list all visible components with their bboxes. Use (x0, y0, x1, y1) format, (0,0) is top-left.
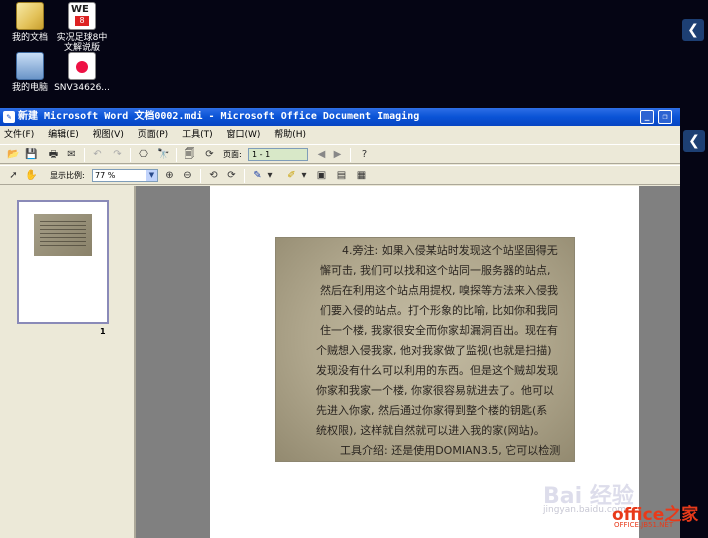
zoom-select[interactable]: 77 % ▼ (92, 169, 158, 182)
desktop-icon-label: 我的电脑 (11, 83, 48, 93)
print-icon[interactable]: 🖶 (46, 148, 61, 162)
send-icon[interactable]: ✉ (64, 148, 79, 162)
office-watermark-url: OFFICE.JB51.NET (614, 521, 674, 529)
picture-icon[interactable]: ▤ (334, 169, 349, 183)
pan-hand-icon[interactable]: ✋ (24, 169, 39, 183)
swift-app-icon[interactable]: ❮ (683, 130, 705, 152)
scanned-image: 4.旁注: 如果入侵某站时发现这个站坚固得无 懈可击, 我们可以找和这个站同一服… (275, 237, 575, 462)
document-line: 们要入侵的站点。打个形象的比喻, 比如你和我同 (320, 304, 558, 317)
desktop-icon-my-documents[interactable]: 我的文档 (0, 2, 60, 43)
window-title: 新建 Microsoft Word 文档0002.mdi - Microsoft… (18, 111, 420, 122)
document-line: 你家和我家一个楼, 你家很容易就进去了。他可以 (316, 384, 554, 397)
game-icon-text: WE (71, 4, 89, 15)
computer-icon (16, 52, 44, 80)
swift-app-icon[interactable]: ❮ (682, 19, 704, 41)
text-box-icon[interactable]: ▣ (314, 169, 329, 183)
zoom-out-icon[interactable]: ⊖ (180, 169, 195, 183)
next-page-icon[interactable]: ▶ (330, 148, 345, 162)
previous-page-icon[interactable]: ◀ (314, 148, 329, 162)
highlighter-icon[interactable]: ✐ (284, 169, 299, 183)
page-thumbnail[interactable] (17, 200, 109, 324)
document-line: 个贼想入侵我家, 他对我家做了监视(也就是扫描) (316, 344, 552, 357)
select-pointer-icon[interactable]: ➚ (6, 169, 21, 183)
zoom-in-icon[interactable]: ⊕ (162, 169, 177, 183)
rotate-icon[interactable]: ⟳ (202, 148, 217, 162)
menu-bar: 文件(F) 编辑(E) 视图(V) 页面(P) 工具(T) 窗口(W) 帮助(H… (0, 127, 680, 143)
rotate-left-icon[interactable]: ⟲ (206, 169, 221, 183)
folder-icon (16, 2, 44, 30)
restore-button[interactable]: ❐ (658, 110, 672, 124)
document-line: 住一个楼, 我家很安全而你家却漏洞百出。现在有 (320, 324, 558, 337)
desktop-icon-snv-file[interactable]: SNV34626... (52, 52, 112, 93)
menu-help[interactable]: 帮助(H) (274, 127, 306, 143)
ocr-icon[interactable]: ⎔ (136, 148, 151, 162)
menu-view[interactable]: 视图(V) (93, 127, 124, 143)
desktop-icon-label: 实况足球8中 (56, 33, 108, 43)
chevron-down-icon[interactable]: ▾ (266, 169, 274, 183)
pen-icon[interactable]: ✎ (250, 169, 265, 183)
document-line: 发现没有什么可以利用的东西。但是这个贼却发现 (316, 364, 558, 377)
game-icon: WE 8 (68, 2, 96, 30)
title-bar[interactable]: ✎ 新建 Microsoft Word 文档0002.mdi - Microso… (0, 108, 680, 126)
annotation-toolbar: ➚ ✋ 显示比例: 77 % ▼ ⊕ ⊖ ⟲ ⟳ ✎ ▾ ✐ ▾ ▣ ▤ ▦ (0, 165, 680, 185)
menu-page[interactable]: 页面(P) (138, 127, 168, 143)
open-icon[interactable]: 📂 (6, 148, 21, 162)
desktop-icon-label: SNV34626... (54, 83, 110, 93)
chevron-down-icon[interactable]: ▼ (146, 170, 157, 181)
menu-tools[interactable]: 工具(T) (182, 127, 213, 143)
redo-icon[interactable]: ↷ (110, 148, 125, 162)
file-icon (68, 52, 96, 80)
thumbnail-image (34, 214, 92, 256)
thumbnail-page-number: 1 (100, 327, 106, 336)
rotate-right-icon[interactable]: ⟳ (224, 169, 239, 183)
zoom-value: 77 % (95, 171, 116, 180)
save-icon[interactable]: 💾 (24, 148, 39, 162)
minimize-button[interactable]: _ (640, 110, 654, 124)
document-line: 工具介绍: 还是使用DOMIAN3.5, 它可以检测 (340, 444, 561, 457)
standard-toolbar: 📂 💾 🖶 ✉ ↶ ↷ ⎔ 🔭 🗐 ⟳ 页面: 1 - 1 ◀ ▶ ? (0, 144, 680, 164)
menu-edit[interactable]: 编辑(E) (48, 127, 79, 143)
help-icon[interactable]: ? (357, 148, 372, 162)
find-icon[interactable]: 🔭 (156, 148, 171, 162)
undo-icon[interactable]: ↶ (90, 148, 105, 162)
document-line: 统权限), 这样就自然就可以进入我的家(网站)。 (316, 424, 545, 437)
modi-window: ✎ 新建 Microsoft Word 文档0002.mdi - Microso… (0, 108, 680, 538)
menu-file[interactable]: 文件(F) (4, 127, 34, 143)
game-icon-number: 8 (75, 16, 89, 26)
page-number-field[interactable]: 1 - 1 (248, 148, 308, 161)
thumbnail-pane: 1 (0, 186, 136, 538)
desktop-right-strip: ❮ (680, 108, 708, 538)
document-line: 懈可击, 我们可以找和这个站同一服务器的站点, (320, 264, 551, 277)
document-line: 然后在利用这个站点用提权, 嗅探等方法来入侵我 (320, 284, 558, 297)
desktop-icon-winning-eleven[interactable]: WE 8 实况足球8中 文解说版 (52, 2, 112, 53)
menu-window[interactable]: 窗口(W) (226, 127, 260, 143)
desktop-icon-label: 我的文档 (11, 33, 48, 43)
send-text-to-word-icon[interactable]: 🗐 (182, 148, 197, 162)
zoom-label: 显示比例: (50, 171, 85, 180)
document-line: 4.旁注: 如果入侵某站时发现这个站坚固得无 (342, 244, 558, 257)
desktop-icon-my-computer[interactable]: 我的电脑 (0, 52, 60, 93)
app-icon: ✎ (3, 111, 15, 123)
page-label: 页面: (223, 150, 242, 159)
chevron-down-icon[interactable]: ▾ (300, 169, 308, 183)
hide-annotations-icon[interactable]: ▦ (354, 169, 369, 183)
document-line: 先进入你家, 然后通过你家得到整个楼的钥匙(系 (316, 404, 548, 417)
